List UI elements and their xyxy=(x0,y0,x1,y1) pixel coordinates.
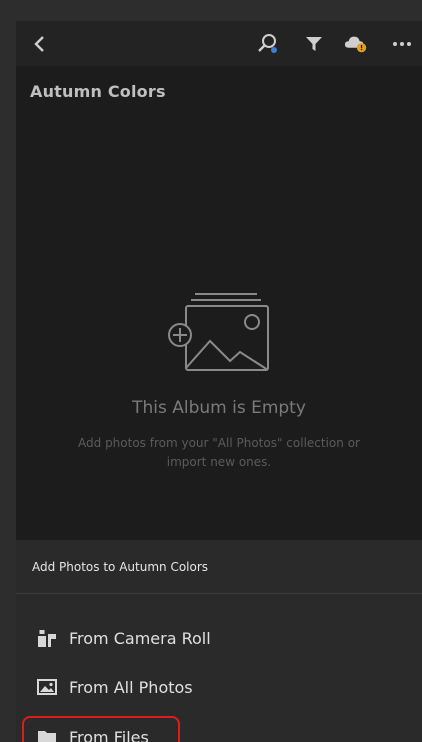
filter-icon[interactable] xyxy=(302,32,326,56)
from-camera-roll-label: From Camera Roll xyxy=(69,628,211,648)
selection-highlight xyxy=(22,716,180,742)
from-all-photos-label: From All Photos xyxy=(69,677,193,697)
photos-icon xyxy=(36,677,58,697)
sheet-header: Add Photos to Autumn Colors xyxy=(16,540,422,594)
search-icon[interactable] xyxy=(256,32,280,56)
from-camera-roll-option[interactable]: From Camera Roll xyxy=(36,623,211,653)
add-photos-sheet: Add Photos to Autumn Colors From Camera … xyxy=(16,540,422,742)
empty-album-icon xyxy=(164,291,276,375)
empty-state-title: This Album is Empty xyxy=(132,398,306,418)
top-toolbar xyxy=(16,21,422,66)
album-title: Autumn Colors xyxy=(30,82,166,101)
app-window: Autumn Colors This Album is Empty Add ph… xyxy=(16,21,422,742)
from-all-photos-option[interactable]: From All Photos xyxy=(36,672,193,702)
empty-state-description: Add photos from your "All Photos" collec… xyxy=(78,436,360,469)
back-icon[interactable] xyxy=(28,32,52,56)
more-icon[interactable] xyxy=(390,32,414,56)
cloud-icon[interactable] xyxy=(344,32,368,56)
camera-roll-icon xyxy=(36,628,58,648)
